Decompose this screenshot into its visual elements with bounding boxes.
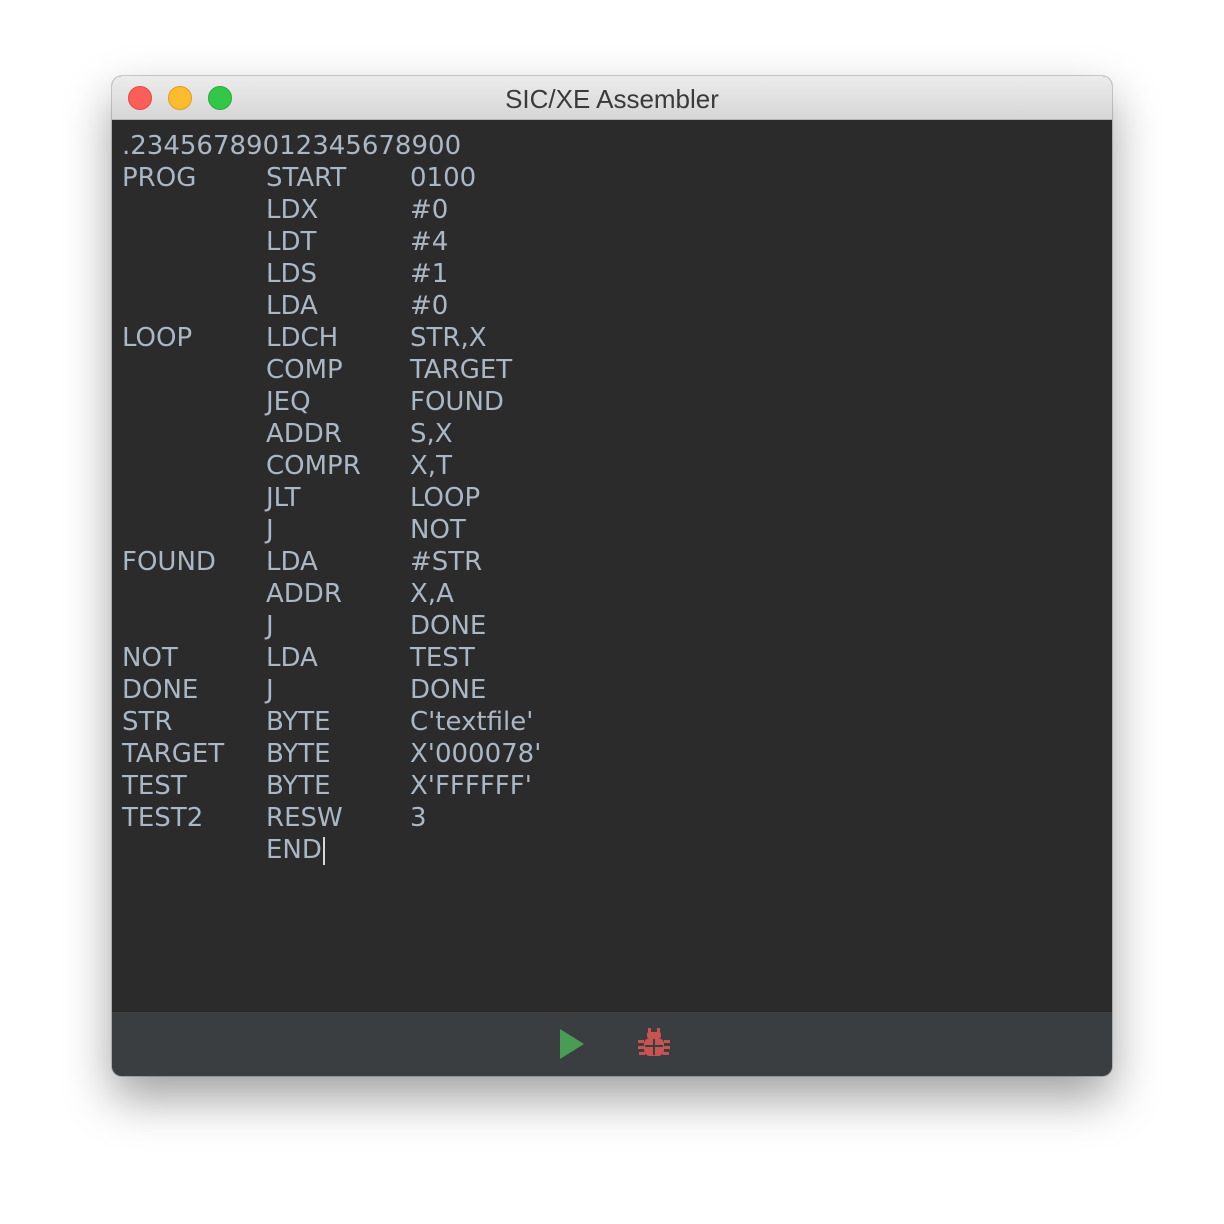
opcode-text: LDT xyxy=(266,227,317,257)
bug-icon xyxy=(638,1028,670,1056)
opcode-field: BYTE xyxy=(266,770,331,802)
operand-field: #0 xyxy=(410,291,449,321)
opcode-field: J xyxy=(266,610,274,642)
opcode-text: ADDR xyxy=(266,419,342,449)
opcode-text: START xyxy=(266,163,347,193)
label-field: PROG xyxy=(122,163,197,193)
opcode-text: RESW xyxy=(266,803,343,833)
opcode-text: COMP xyxy=(266,355,343,385)
opcode-field: J xyxy=(266,674,274,706)
window-title: SIC/XE Assembler xyxy=(505,84,719,114)
debug-button[interactable] xyxy=(636,1026,672,1062)
label-field: LOOP xyxy=(122,323,193,353)
opcode-text: LDA xyxy=(266,291,318,321)
opcode-field: RESW xyxy=(266,802,343,834)
opcode-field: LDA xyxy=(266,642,318,674)
label-field: NOT xyxy=(122,643,178,673)
opcode-text: BYTE xyxy=(266,739,331,769)
label-field: TARGET xyxy=(122,739,225,769)
opcode-field: ADDR xyxy=(266,578,342,610)
operand-field: NOT xyxy=(410,515,466,545)
opcode-text: LDS xyxy=(266,259,318,289)
opcode-text: JLT xyxy=(266,483,301,513)
code-editor[interactable]: .23456789012345678900 PROG START 0100 LDX #0… xyxy=(112,120,1112,1012)
run-button[interactable] xyxy=(554,1026,590,1062)
opcode-field: COMPR xyxy=(266,450,361,482)
opcode-text: LDCH xyxy=(266,323,339,353)
opcode-text: J xyxy=(266,515,274,545)
operand-field: DONE xyxy=(410,675,487,705)
opcode-field: LDT xyxy=(266,226,316,258)
opcode-field: LDA xyxy=(266,290,318,322)
operand-field: S,X xyxy=(410,419,453,449)
opcode-text: ADDR xyxy=(266,579,342,609)
label-field: STR xyxy=(122,707,173,737)
operand-field: FOUND xyxy=(410,387,504,417)
operand-field: TARGET xyxy=(410,355,513,385)
comment-line: .23456789012345678900 xyxy=(122,131,462,161)
operand-field: #0 xyxy=(410,195,449,225)
play-icon xyxy=(560,1029,584,1059)
opcode-field: COMP xyxy=(266,354,343,386)
opcode-field: J xyxy=(266,514,274,546)
opcode-field: LDCH xyxy=(266,322,338,354)
opcode-text: LDA xyxy=(266,547,318,577)
operand-field: #STR xyxy=(410,547,483,577)
opcode-text: LDX xyxy=(266,195,319,225)
operand-field: C'textfile' xyxy=(410,707,534,737)
opcode-field: END xyxy=(266,834,325,866)
opcode-text: COMPR xyxy=(266,451,361,481)
label-field: FOUND xyxy=(122,547,216,577)
label-field: TEST2 xyxy=(122,803,204,833)
opcode-field: LDS xyxy=(266,258,317,290)
label-field: TEST xyxy=(122,771,187,801)
opcode-field: LDX xyxy=(266,194,318,226)
opcode-text: J xyxy=(266,611,274,641)
label-field: DONE xyxy=(122,675,199,705)
operand-field: STR,X xyxy=(410,323,487,353)
operand-field: 0100 xyxy=(410,163,477,193)
opcode-field: BYTE xyxy=(266,706,331,738)
bottom-toolbar xyxy=(112,1012,1112,1076)
operand-field: DONE xyxy=(410,611,487,641)
operand-field: X,T xyxy=(410,451,452,481)
operand-field: TEST xyxy=(410,643,475,673)
opcode-text: J xyxy=(266,675,274,705)
opcode-field: ADDR xyxy=(266,418,342,450)
operand-field: #4 xyxy=(410,227,449,257)
opcode-text: BYTE xyxy=(266,771,331,801)
opcode-text: BYTE xyxy=(266,707,331,737)
opcode-text: JEQ xyxy=(266,387,311,417)
title-bar[interactable]: SIC/XE Assembler xyxy=(112,76,1112,120)
assembler-window: SIC/XE Assembler .23456789012345678900 P… xyxy=(112,76,1112,1076)
opcode-text: END xyxy=(266,835,322,865)
operand-field: 3 xyxy=(410,803,427,833)
operand-field: LOOP xyxy=(410,483,481,513)
operand-field: #1 xyxy=(410,259,449,289)
opcode-field: START xyxy=(266,162,346,194)
opcode-field: JLT xyxy=(266,482,300,514)
opcode-field: LDA xyxy=(266,546,318,578)
operand-field: X'000078' xyxy=(410,739,542,769)
opcode-field: BYTE xyxy=(266,738,331,770)
operand-field: X,A xyxy=(410,579,454,609)
operand-field: X'FFFFFF' xyxy=(410,771,532,801)
opcode-text: LDA xyxy=(266,643,318,673)
opcode-field: JEQ xyxy=(266,386,311,418)
text-cursor xyxy=(322,836,325,865)
